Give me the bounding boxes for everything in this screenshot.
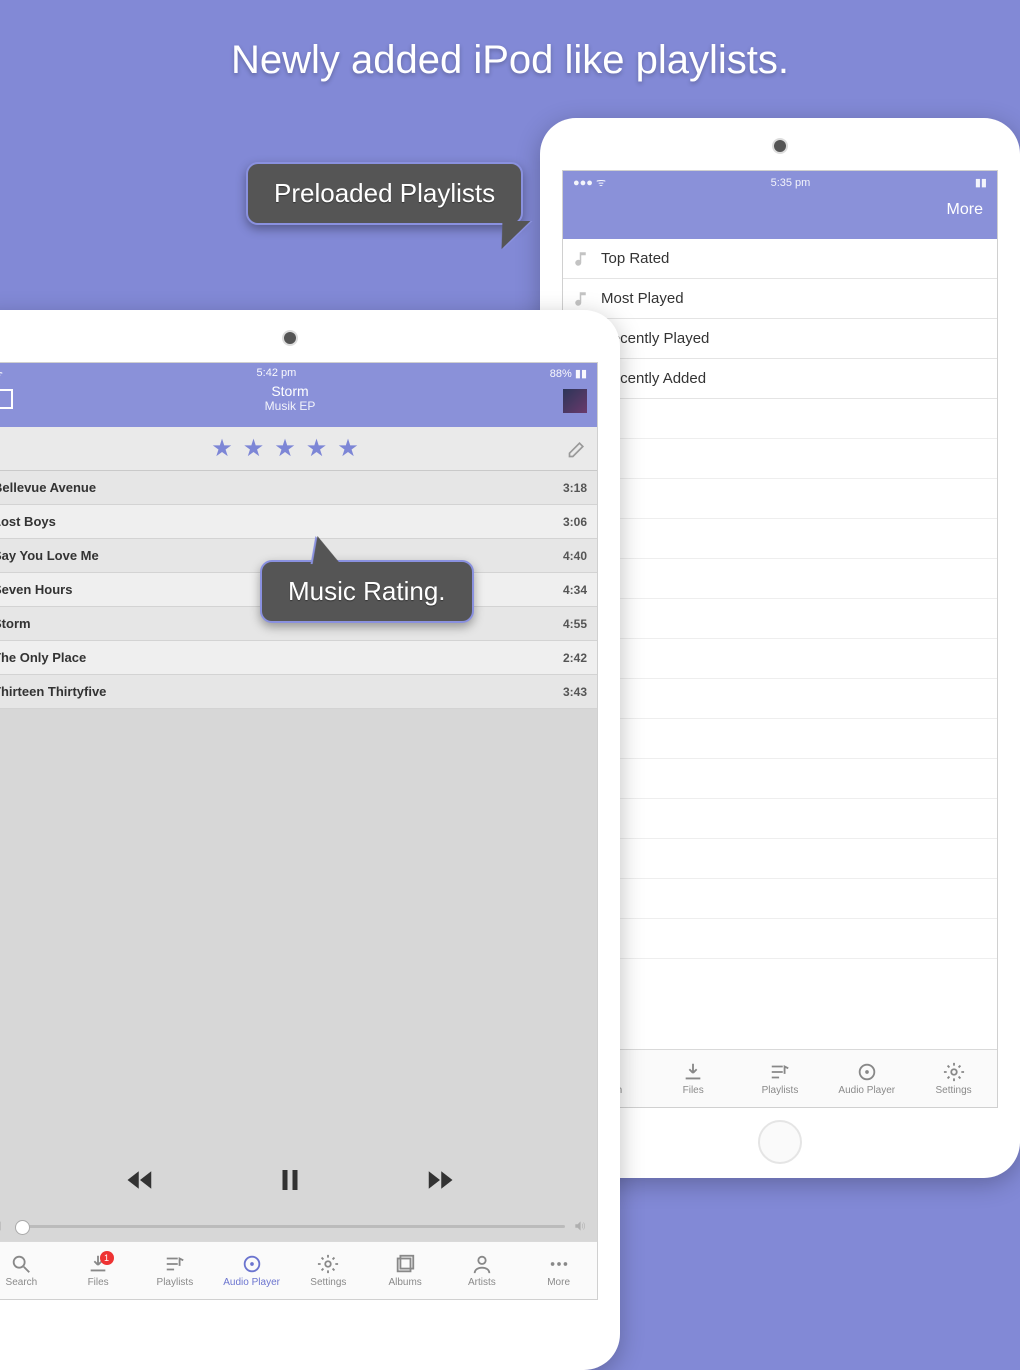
back-icon[interactable] (0, 389, 13, 409)
gear-icon (943, 1061, 965, 1083)
tab-artists[interactable]: Artists (452, 1253, 512, 1288)
disc-icon (241, 1253, 263, 1275)
volume-slider[interactable] (15, 1225, 565, 1228)
files-badge: 1 (100, 1251, 114, 1265)
disc-icon (856, 1061, 878, 1083)
forward-icon[interactable] (425, 1165, 455, 1195)
headline: Newly added iPod like playlists. (0, 0, 1020, 83)
speaker-low-icon (0, 1219, 7, 1233)
empty-rows (563, 399, 997, 959)
playlist-icon (164, 1253, 186, 1275)
playlist-list: Top Rated Most Played Recently Played Re… (563, 239, 997, 399)
tab-audio-player[interactable]: Audio Player (222, 1253, 282, 1288)
download-icon (682, 1061, 704, 1083)
playlist-item[interactable]: Recently Played (563, 319, 997, 359)
albums-icon (394, 1253, 416, 1275)
callout-preloaded: Preloaded Playlists (246, 162, 523, 225)
clock: 5:42 pm (257, 367, 297, 382)
edit-icon[interactable] (567, 439, 587, 459)
player-header: ᯤ 5:42 pm 88% ▮▮ Storm Musik EP (0, 363, 597, 427)
tab-search[interactable]: Search (0, 1253, 51, 1288)
rating-row[interactable]: ★★★★★ (0, 427, 597, 471)
tab-audio-player[interactable]: Audio Player (837, 1061, 897, 1096)
artist-icon (471, 1253, 493, 1275)
header-bar: ●●● ᯤ 5:35 pm ▮▮ More (563, 171, 997, 239)
tab-settings[interactable]: Settings (924, 1061, 984, 1096)
track-row[interactable]: Bellevue Avenue3:18 (0, 471, 597, 505)
now-playing-song: Storm (0, 384, 597, 399)
speaker-high-icon (573, 1219, 587, 1233)
star-icon[interactable]: ★★★★★ (211, 434, 369, 463)
tab-bar: Search Files Playlists Audio Player Sett… (563, 1049, 997, 1107)
gear-icon (317, 1253, 339, 1275)
more-link[interactable]: More (947, 201, 983, 219)
tab-files[interactable]: 1 Files (68, 1253, 128, 1288)
tab-albums[interactable]: Albums (375, 1253, 435, 1288)
wifi-icon: ᯤ (0, 367, 3, 382)
tab-files[interactable]: Files (663, 1061, 723, 1096)
callout-rating: Music Rating. (260, 560, 474, 623)
now-playing-album: Musik EP (0, 399, 597, 414)
track-row[interactable]: The Only Place2:42 (0, 641, 597, 675)
carrier-icon: ●●● ᯤ (573, 175, 606, 190)
playback-controls (0, 1153, 597, 1207)
battery-label: 88% ▮▮ (550, 367, 587, 382)
playlist-item[interactable]: Most Played (563, 279, 997, 319)
tab-playlists[interactable]: Playlists (750, 1061, 810, 1096)
playlist-icon (769, 1061, 791, 1083)
playlist-item[interactable]: Recently Added (563, 359, 997, 399)
music-note-icon (573, 250, 591, 268)
tablet-player: ᯤ 5:42 pm 88% ▮▮ Storm Musik EP ★★★★★ Be… (0, 310, 620, 1370)
track-row[interactable]: Thirteen Thirtyfive3:43 (0, 675, 597, 709)
home-button[interactable] (758, 1120, 802, 1164)
music-note-icon (573, 290, 591, 308)
clock: 5:35 pm (771, 177, 811, 189)
battery-icon: ▮▮ (975, 176, 987, 189)
camera-icon (284, 332, 296, 344)
camera-icon (774, 140, 786, 152)
more-icon (548, 1253, 570, 1275)
volume-row[interactable] (0, 1219, 587, 1233)
track-row[interactable]: Lost Boys3:06 (0, 505, 597, 539)
search-icon (10, 1253, 32, 1275)
tab-bar: Search 1 Files Playlists Audio Player Se… (0, 1241, 597, 1299)
tab-settings[interactable]: Settings (298, 1253, 358, 1288)
pause-icon[interactable] (275, 1165, 305, 1195)
tab-more[interactable]: More (529, 1253, 589, 1288)
tab-playlists[interactable]: Playlists (145, 1253, 205, 1288)
playlist-item[interactable]: Top Rated (563, 239, 997, 279)
rewind-icon[interactable] (125, 1165, 155, 1195)
album-art-icon[interactable] (563, 389, 587, 413)
